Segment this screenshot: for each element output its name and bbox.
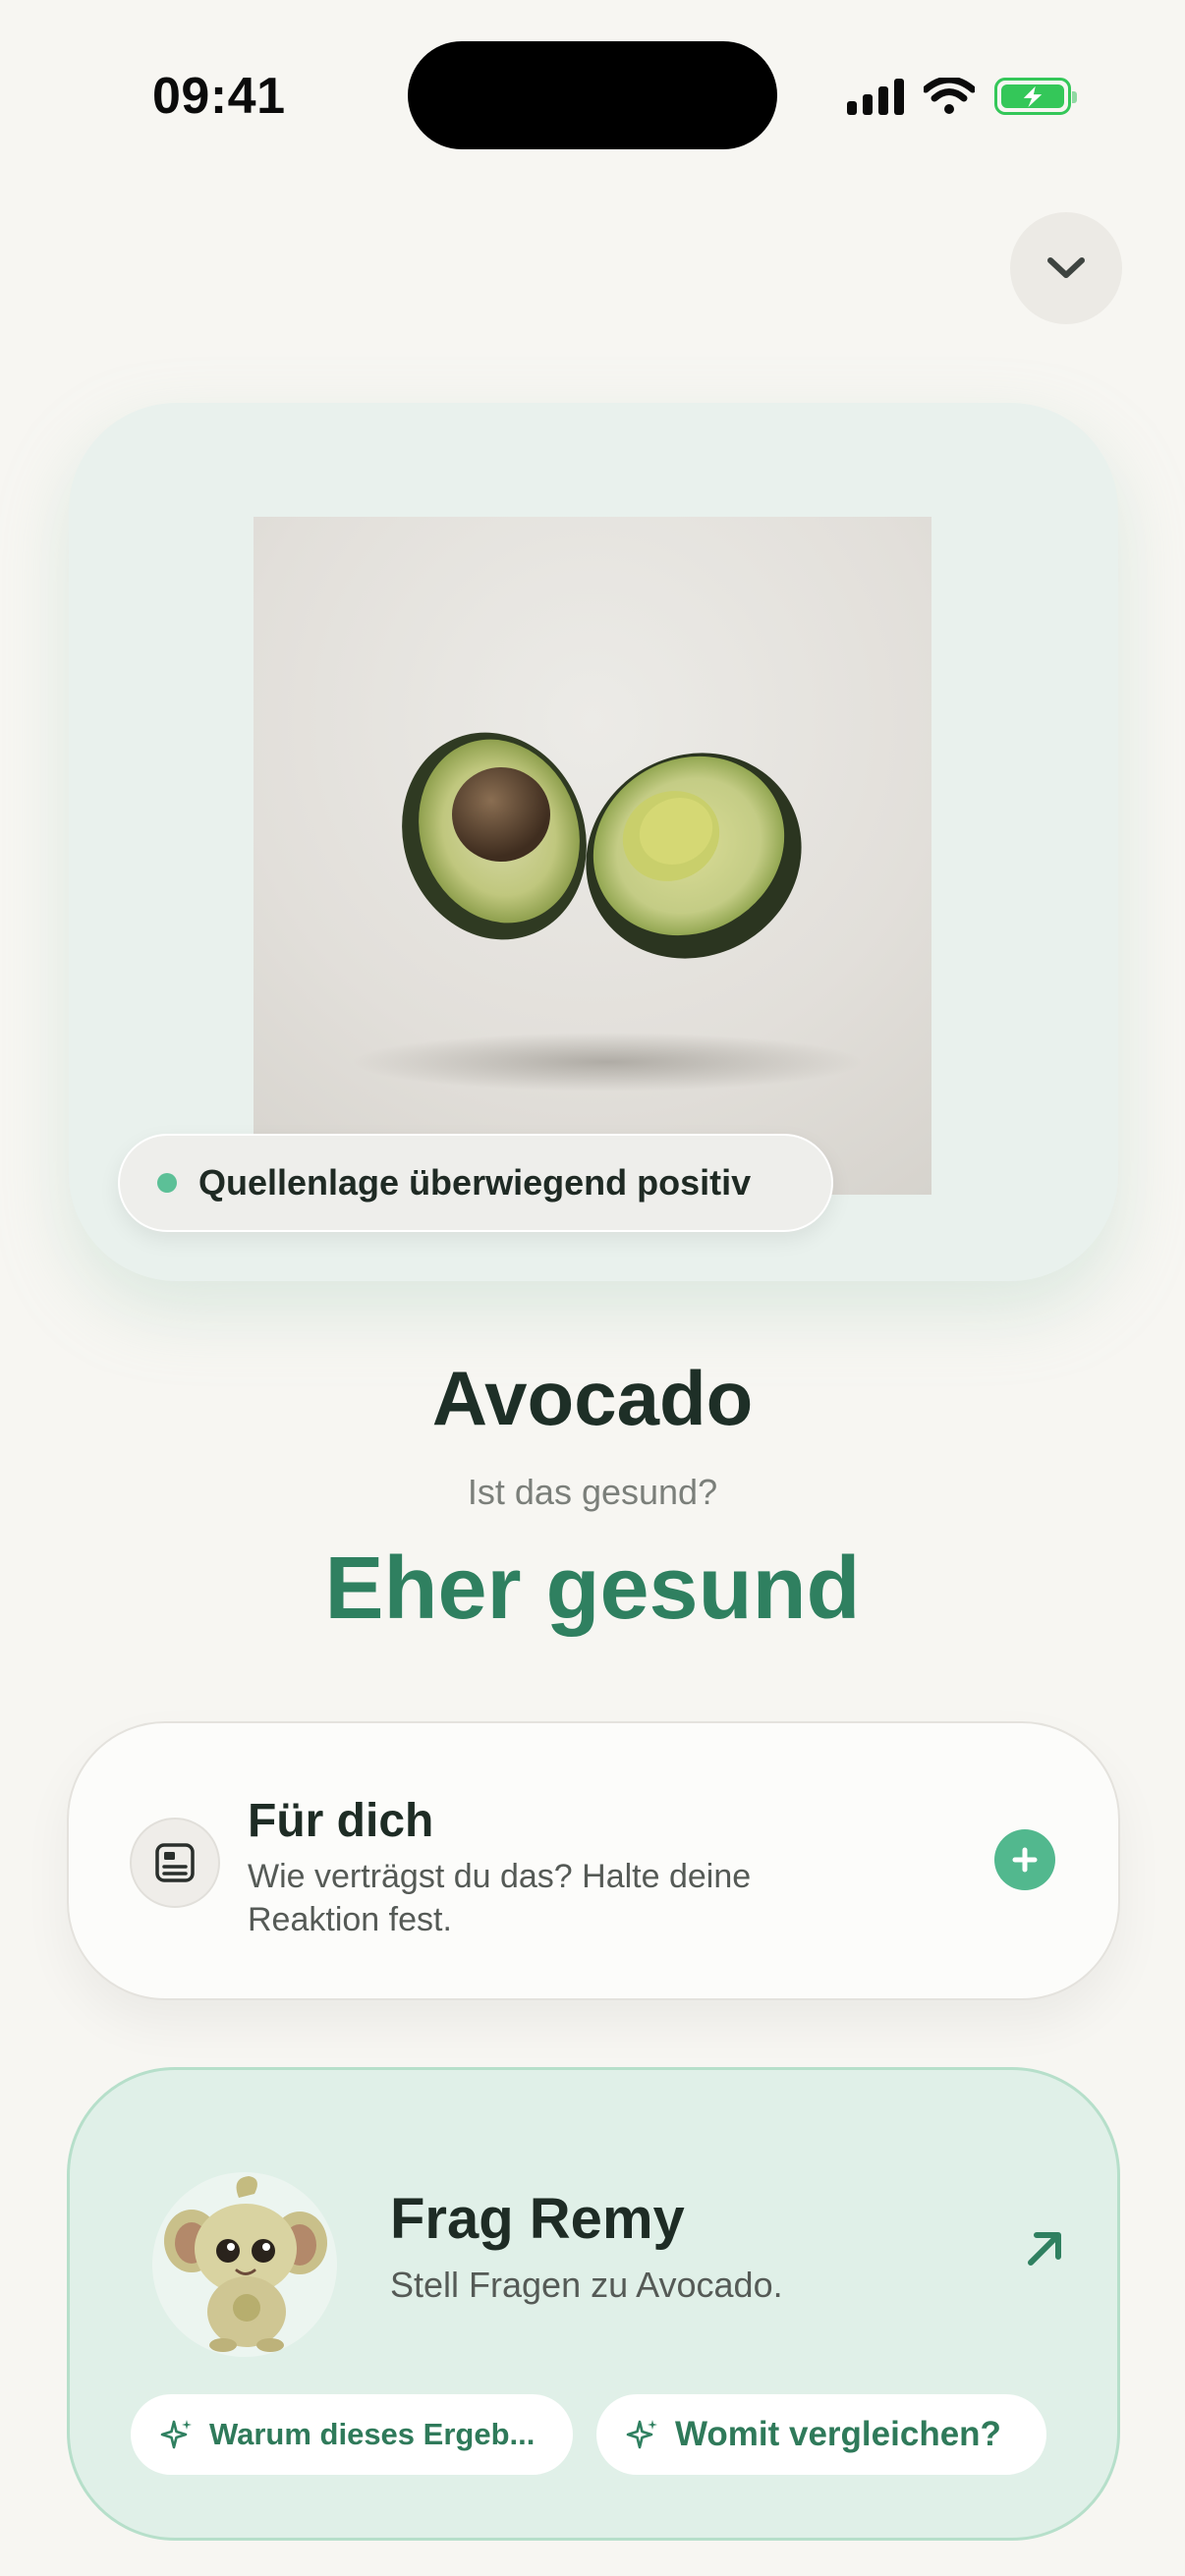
status-icons [847, 73, 1077, 120]
remy-title: Frag Remy [390, 2187, 685, 2251]
food-title: Avocado [431, 1355, 754, 1441]
chip-label: Warum dieses Ergeb... [209, 2417, 536, 2451]
ask-remy-card[interactable]: Frag Remy Stell Fragen zu Avocado. Warum… [67, 2067, 1120, 2541]
source-badge-label: Quellenlage überwiegend positiv [198, 1162, 752, 1203]
suggestion-chip-compare[interactable]: Womit vergleichen? [596, 2394, 1046, 2475]
cellular-signal-icon [847, 78, 904, 115]
plus-icon [1012, 1847, 1038, 1873]
note-icon [130, 1818, 220, 1908]
dynamic-island [408, 41, 777, 149]
wifi-icon [924, 78, 975, 114]
status-time: 09:41 [152, 68, 286, 125]
collapse-button[interactable] [1010, 212, 1122, 324]
chevron-down-icon [1047, 257, 1085, 278]
sparkle-icon [626, 2420, 657, 2449]
remy-mascot-avatar [152, 2172, 337, 2357]
status-dot [157, 1173, 177, 1193]
food-image-card: Quellenlage überwiegend positiv [69, 403, 1118, 1281]
chip-label: Womit vergleichen? [675, 2415, 1001, 2453]
sparkle-icon [160, 2420, 192, 2449]
health-verdict: Eher gesund [324, 1540, 861, 1638]
source-status-badge[interactable]: Quellenlage überwiegend positiv [118, 1134, 833, 1232]
for-you-title: Für dich [248, 1795, 434, 1847]
arrow-up-right-icon[interactable] [1019, 2223, 1070, 2274]
for-you-card[interactable]: Für dich Wie verträgst du das? Halte dei… [67, 1721, 1120, 2000]
add-reaction-button[interactable] [994, 1829, 1055, 1890]
suggestion-chip-why-result[interactable]: Warum dieses Ergeb... [131, 2394, 573, 2475]
battery-charging-icon [994, 78, 1077, 115]
for-you-subtitle: Wie verträgst du das? Halte deine Reakti… [248, 1858, 752, 1938]
remy-subtitle: Stell Fragen zu Avocado. [390, 2265, 783, 2305]
avocado-photo [254, 517, 931, 1195]
health-question: Ist das gesund? [467, 1472, 718, 1512]
